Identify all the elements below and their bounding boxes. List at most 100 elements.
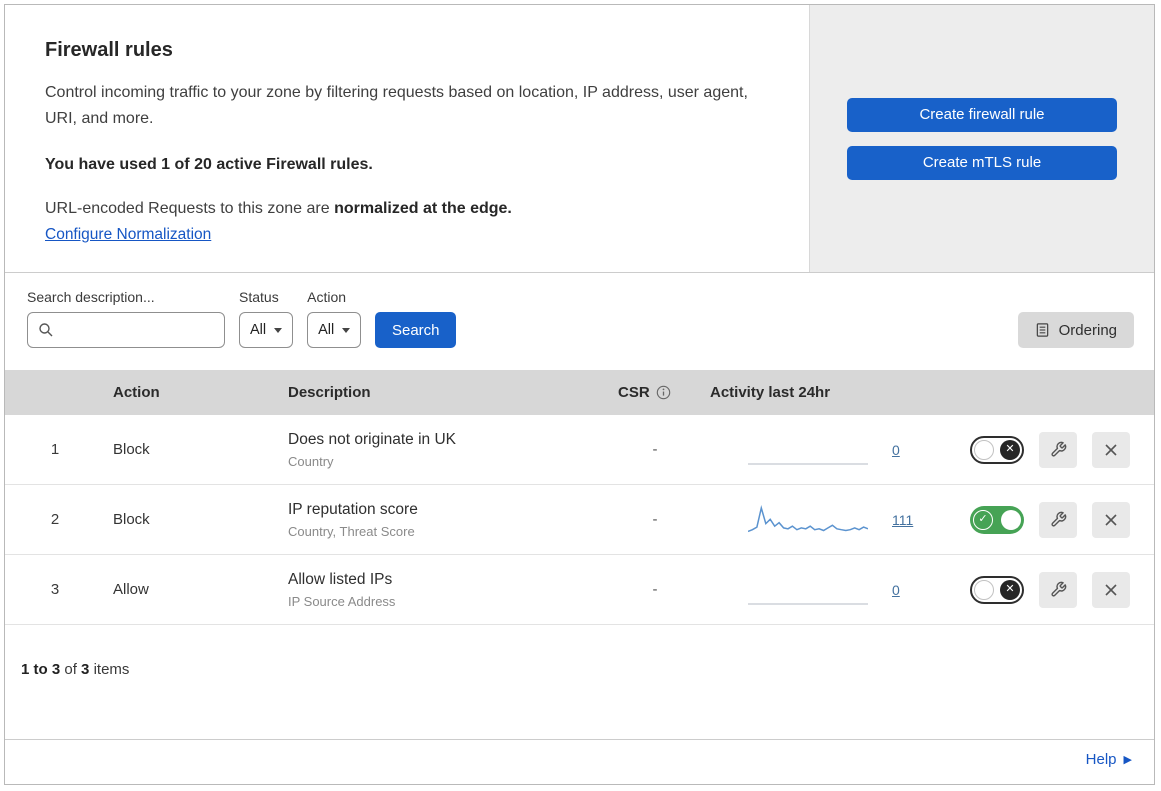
firewall-rules-page: Firewall rules Control incoming traffic … — [4, 4, 1155, 785]
rule-action: Block — [113, 441, 150, 458]
header-section: Firewall rules Control incoming traffic … — [5, 5, 1154, 273]
toggle-knob — [974, 579, 994, 600]
toggle-knob — [974, 439, 994, 460]
items-total: 3 — [81, 661, 90, 678]
rule-fields: Country — [288, 453, 334, 469]
activity-sparkline — [748, 504, 868, 532]
toggle-state-icon — [1000, 439, 1020, 460]
chevron-down-icon — [342, 327, 351, 333]
column-csr-label: CSR — [618, 384, 650, 401]
activity-sparkline — [748, 602, 868, 605]
table-header: Action Description CSR Activity last 24h… — [5, 370, 1154, 415]
action-label: Action — [307, 289, 347, 305]
search-box[interactable] — [27, 312, 225, 348]
items-range: 1 to 3 — [21, 661, 61, 678]
rule-activity-cell: 0 — [700, 573, 950, 607]
table-row: 3 Allow Allow listed IPs IP Source Addre… — [5, 555, 1154, 625]
close-icon — [1105, 443, 1117, 456]
status-label: Status — [239, 289, 279, 305]
usage-text: You have used 1 of 20 active Firewall ru… — [45, 156, 373, 173]
rule-fields: Country, Threat Score — [288, 523, 415, 539]
activity-count-link[interactable]: 0 — [892, 442, 900, 458]
action-dropdown-value: All — [318, 322, 335, 338]
items-label: items — [93, 661, 130, 678]
activity-sparkline — [748, 462, 868, 465]
search-input[interactable] — [60, 321, 214, 339]
rule-description: Does not originate in UK — [288, 430, 457, 448]
rule-description-cell: Allow listed IPs IP Source Address — [280, 571, 610, 609]
rule-controls — [950, 571, 1154, 608]
create-firewall-rule-button[interactable]: Create firewall rule — [847, 97, 1117, 132]
column-action: Action — [113, 384, 160, 401]
delete-rule-button[interactable] — [1092, 571, 1130, 608]
rule-action: Block — [113, 511, 150, 528]
status-group: Status All — [239, 289, 294, 348]
edit-rule-button[interactable] — [1039, 501, 1077, 538]
activity-count-link[interactable]: 111 — [892, 512, 913, 528]
rule-priority: 3 — [50, 581, 60, 598]
info-icon[interactable] — [656, 385, 671, 400]
table-row: 2 Block IP reputation score Country, Thr… — [5, 485, 1154, 555]
normalization-text: URL-encoded Requests to this zone are no… — [45, 200, 769, 218]
rule-enabled-toggle[interactable] — [970, 435, 1024, 464]
activity-count-link[interactable]: 0 — [892, 582, 900, 598]
rule-description-cell: Does not originate in UK Country — [280, 431, 610, 469]
toggle-state-icon — [1000, 579, 1020, 600]
rule-action: Allow — [113, 581, 149, 598]
wrench-icon — [1050, 581, 1066, 597]
edit-rule-button[interactable] — [1039, 431, 1077, 468]
header-text-block: Firewall rules Control incoming traffic … — [5, 5, 809, 272]
close-icon — [1105, 513, 1117, 526]
rules-table: Action Description CSR Activity last 24h… — [5, 370, 1154, 696]
ordering-button-label: Ordering — [1058, 321, 1117, 339]
filter-bar: Search description... Status All Action … — [5, 273, 1154, 370]
toggle-knob — [1001, 509, 1021, 530]
status-dropdown[interactable]: All — [239, 312, 294, 348]
rule-activity-cell: 0 — [700, 433, 950, 467]
column-activity: Activity last 24hr — [710, 384, 831, 401]
create-mtls-rule-button[interactable]: Create mTLS rule — [847, 145, 1117, 180]
rule-csr-value: - — [652, 511, 658, 528]
search-button[interactable]: Search — [375, 312, 457, 348]
rule-enabled-toggle[interactable] — [970, 575, 1024, 604]
rule-description-cell: IP reputation score Country, Threat Scor… — [280, 501, 610, 539]
rule-description: Allow listed IPs — [288, 570, 393, 588]
help-link-label: Help — [1085, 751, 1117, 768]
rule-priority: 1 — [50, 441, 60, 458]
page-title: Firewall rules — [45, 39, 173, 61]
search-icon — [39, 323, 53, 337]
rule-csr-value: - — [652, 581, 658, 598]
status-dropdown-value: All — [250, 322, 267, 338]
play-arrow-icon: ▶ — [1123, 754, 1132, 766]
search-group: Search description... — [27, 289, 225, 348]
column-csr: CSR — [610, 384, 700, 401]
rule-description: IP reputation score — [288, 500, 418, 518]
rule-activity-cell: 111 — [700, 503, 950, 537]
rule-fields: IP Source Address — [288, 593, 396, 609]
search-label: Search description... — [27, 289, 155, 305]
normalization-bold: normalized at the edge. — [334, 200, 512, 217]
wrench-icon — [1050, 511, 1066, 527]
rule-csr-value: - — [652, 441, 658, 458]
action-dropdown[interactable]: All — [307, 312, 362, 348]
column-description: Description — [288, 384, 371, 401]
pagination-summary: 1 to 3 of 3 items — [5, 625, 1154, 696]
help-footer: Help ▶ — [5, 739, 1154, 784]
delete-rule-button[interactable] — [1092, 501, 1130, 538]
table-row: 1 Block Does not originate in UK Country… — [5, 415, 1154, 485]
ordering-button[interactable]: Ordering — [1017, 312, 1134, 348]
delete-rule-button[interactable] — [1092, 431, 1130, 468]
rule-controls — [950, 431, 1154, 468]
page-description: Control incoming traffic to your zone by… — [45, 84, 748, 127]
help-link[interactable]: Help ▶ — [1086, 751, 1132, 768]
chevron-down-icon — [274, 327, 283, 333]
action-group: Action All — [307, 289, 362, 348]
configure-normalization-link[interactable]: Configure Normalization — [45, 226, 211, 243]
normalization-prefix: URL-encoded Requests to this zone are — [45, 200, 330, 217]
wrench-icon — [1050, 441, 1066, 457]
rule-enabled-toggle[interactable] — [970, 505, 1024, 534]
rule-controls — [950, 501, 1154, 538]
edit-rule-button[interactable] — [1039, 571, 1077, 608]
actions-panel: Create firewall rule Create mTLS rule — [809, 5, 1154, 272]
items-of: of — [64, 661, 77, 678]
